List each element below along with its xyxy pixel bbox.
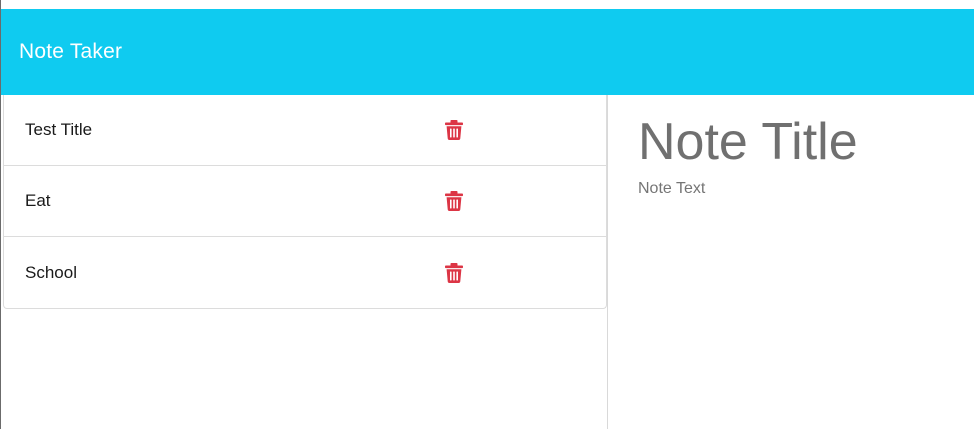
note-list-item[interactable]: Eat [4, 166, 606, 237]
trash-icon[interactable] [444, 262, 464, 284]
note-item-title: Eat [25, 191, 51, 210]
note-title-input[interactable] [638, 112, 968, 172]
app-window: Note Taker Test Title Eat School Note Ti… [0, 0, 974, 429]
top-strip [1, 0, 974, 9]
app-brand[interactable]: Note Taker [19, 40, 122, 64]
note-editor [608, 95, 974, 429]
note-item-title: Test Title [25, 120, 93, 139]
navbar: Note Taker [1, 9, 974, 95]
note-list-item[interactable]: Test Title [4, 95, 606, 166]
trash-icon[interactable] [444, 190, 464, 212]
note-text-input[interactable] [638, 180, 958, 300]
note-list-column: Test Title Eat School [1, 95, 608, 429]
main-content: Test Title Eat School Note Title Note Te… [1, 95, 974, 429]
note-list: Test Title Eat School [3, 95, 607, 309]
trash-icon[interactable] [444, 119, 464, 141]
note-list-item[interactable]: School [4, 237, 606, 308]
note-item-title: School [25, 262, 77, 282]
